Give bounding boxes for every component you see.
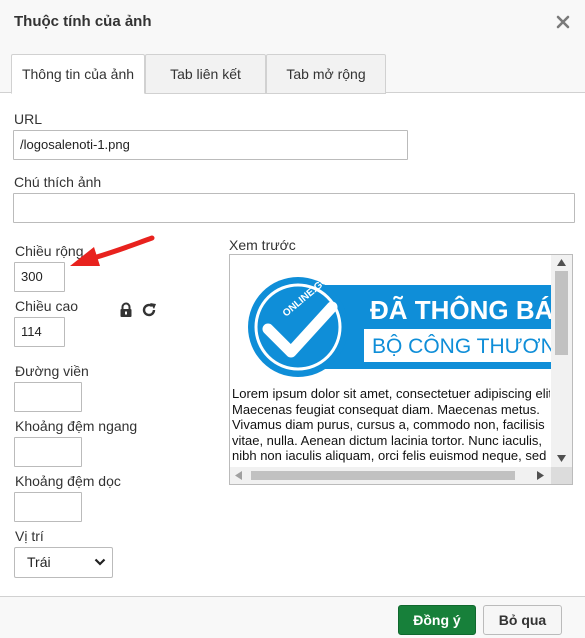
vertical-scroll-thumb[interactable] bbox=[555, 271, 568, 355]
scroll-right-icon[interactable] bbox=[537, 471, 544, 480]
lorem-line: Lorem ipsum dolor sit amet, consectetuer… bbox=[232, 386, 550, 401]
online-gov-logo: ONLINE.GOV.VN ĐÃ THÔNG BÁO BỘ CÔNG THƯƠN… bbox=[248, 277, 552, 377]
hspace-label: Khoảng đệm ngang bbox=[15, 418, 138, 434]
close-icon-glyph bbox=[556, 15, 570, 29]
scroll-left-icon[interactable] bbox=[235, 471, 242, 480]
cancel-button[interactable]: Bỏ qua bbox=[483, 605, 562, 635]
lorem-line: vitae, nulla. Aenean dictum lacinia tort… bbox=[232, 432, 543, 448]
ok-button[interactable]: Đồng ý bbox=[398, 605, 476, 635]
border-label: Đường viền bbox=[15, 363, 89, 379]
scrollbar-corner bbox=[551, 467, 572, 484]
chevron-down-icon bbox=[94, 558, 106, 566]
annotation-arrow-icon bbox=[70, 235, 155, 266]
logo-line1: ĐÃ THÔNG BÁO bbox=[370, 295, 552, 325]
close-icon[interactable] bbox=[555, 14, 571, 30]
preview-label: Xem trước bbox=[229, 237, 296, 253]
preview-lorem: Lorem ipsum dolor sit amet, consectetuer… bbox=[232, 386, 550, 464]
scroll-up-icon[interactable] bbox=[557, 259, 566, 266]
lorem-line: Vivamus diam purus, cursus a, commodo no… bbox=[232, 417, 545, 432]
caption-input[interactable] bbox=[13, 193, 575, 223]
tab-image-info[interactable]: Thông tin của ảnh bbox=[11, 54, 145, 94]
height-label: Chiều cao bbox=[15, 298, 79, 314]
horizontal-scroll-thumb[interactable] bbox=[251, 471, 515, 480]
dialog-titlebar: Thuộc tính của ảnh bbox=[0, 0, 585, 44]
align-selected-value: Trái bbox=[27, 554, 51, 570]
preview-box: ONLINE.GOV.VN ĐÃ THÔNG BÁO BỘ CÔNG THƯƠN… bbox=[229, 254, 573, 485]
preview-horizontal-scrollbar[interactable] bbox=[230, 467, 551, 484]
align-select[interactable]: Trái bbox=[14, 547, 113, 578]
caption-label: Chú thích ảnh bbox=[14, 174, 102, 190]
dialog-footer: Đồng ý Bỏ qua bbox=[0, 596, 585, 638]
lock-icon[interactable] bbox=[118, 302, 134, 318]
width-input[interactable]: 300 bbox=[14, 262, 65, 292]
vspace-input[interactable] bbox=[14, 492, 82, 522]
url-input[interactable]: /logosalenoti-1.png bbox=[13, 130, 408, 160]
border-input[interactable] bbox=[14, 382, 82, 412]
scroll-down-icon[interactable] bbox=[557, 455, 566, 462]
tab-link[interactable]: Tab liên kết bbox=[145, 54, 266, 94]
preview-vertical-scrollbar[interactable] bbox=[551, 255, 572, 467]
align-label: Vị trí bbox=[15, 528, 44, 544]
hspace-input[interactable] bbox=[14, 437, 82, 467]
tab-bar: Thông tin của ảnh Tab liên kết Tab mở rộ… bbox=[0, 44, 585, 94]
tab-advanced[interactable]: Tab mở rộng bbox=[266, 54, 386, 94]
lorem-line: nibh non iaculis aliquam, orci felis eui… bbox=[232, 448, 547, 463]
reset-size-icon[interactable] bbox=[141, 302, 157, 318]
url-label: URL bbox=[14, 111, 43, 127]
vspace-label: Khoảng đệm dọc bbox=[15, 473, 121, 489]
lorem-line: Maecenas feugiat consequat diam. Maecena… bbox=[232, 401, 540, 417]
height-input[interactable]: 114 bbox=[14, 317, 65, 347]
dialog-title: Thuộc tính của ảnh bbox=[14, 13, 152, 30]
logo-line2: BỘ CÔNG THƯƠNG bbox=[372, 335, 552, 358]
